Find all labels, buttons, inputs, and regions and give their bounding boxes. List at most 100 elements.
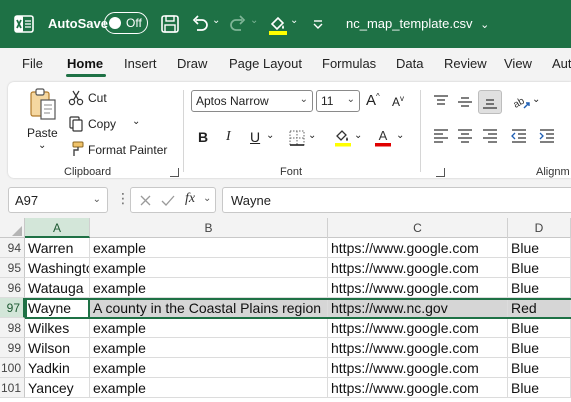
insert-function-chevron-icon[interactable]: ⌄ [203,193,211,204]
paste-label[interactable]: Paste [27,126,58,140]
underline-chevron-icon[interactable]: ⌄ [266,130,274,141]
insert-function-icon[interactable]: fx [185,191,195,207]
column-header-c[interactable]: C [328,218,508,238]
row-header[interactable]: 96 [0,278,25,298]
tab-view[interactable]: View [504,56,532,71]
align-left-icon[interactable] [432,128,450,144]
cell-b94[interactable]: example [90,238,328,258]
middle-align-icon[interactable] [456,94,474,110]
formula-bar-grip-icon[interactable]: ⋮ [116,190,130,207]
clipboard-dialog-launcher-icon[interactable] [170,168,179,177]
row-header[interactable]: 99 [0,338,25,358]
cell-d100[interactable]: Blue [508,358,571,378]
increase-indent-icon[interactable] [538,128,556,144]
cell-b96[interactable]: example [90,278,328,298]
customize-qat-icon[interactable] [306,12,330,36]
highlight-chevron-icon[interactable]: ⌄ [354,130,362,141]
cell-a95[interactable]: Washington [25,258,90,278]
font-name-combo[interactable]: Aptos Narrow ⌄ [191,90,313,112]
tab-review[interactable]: Review [444,56,487,71]
cell-a97[interactable]: Wayne [25,298,90,318]
confirm-entry-icon[interactable] [161,194,175,207]
row-header[interactable]: 94 [0,238,25,258]
cell-a96[interactable]: Watauga [25,278,90,298]
cell-a99[interactable]: Wilson [25,338,90,358]
italic-button[interactable]: I [226,129,231,145]
format-painter-icon[interactable] [68,141,84,157]
tab-automate[interactable]: Aut [552,56,571,71]
cell-c100[interactable]: https://www.google.com [328,358,508,378]
orientation-chevron-icon[interactable]: ⌄ [532,94,540,105]
tab-home[interactable]: Home [67,56,103,71]
grow-font-icon[interactable]: A^ [366,92,380,109]
row-header[interactable]: 98 [0,318,25,338]
cell-c96[interactable]: https://www.google.com [328,278,508,298]
cell-a98[interactable]: Wilkes [25,318,90,338]
tab-page-layout[interactable]: Page Layout [229,56,302,71]
row-header[interactable]: 95 [0,258,25,278]
select-all-corner[interactable] [0,218,25,238]
copy-label[interactable]: Copy [88,117,116,131]
copy-dropdown-chevron-icon[interactable]: ⌄ [132,116,140,127]
underline-button[interactable]: U [250,129,260,145]
cell-d94[interactable]: Blue [508,238,571,258]
cell-c101[interactable]: https://www.google.com [328,378,508,398]
format-painter-label[interactable]: Format Painter [88,143,167,157]
redo-dropdown-chevron-icon[interactable]: ⌄ [250,15,258,26]
column-header-b[interactable]: B [90,218,328,238]
cell-a101[interactable]: Yancey [25,378,90,398]
undo-icon[interactable] [188,12,212,36]
font-dialog-launcher-icon[interactable] [436,168,445,177]
tab-formulas[interactable]: Formulas [322,56,376,71]
tab-draw[interactable]: Draw [177,56,207,71]
row-header[interactable]: 97 [0,298,25,318]
column-header-a[interactable]: A [25,218,90,238]
save-icon[interactable] [158,12,182,36]
paste-icon[interactable] [28,88,58,122]
cell-b97[interactable]: A county in the Coastal Plains region [90,298,328,318]
cell-c98[interactable]: https://www.google.com [328,318,508,338]
cell-d99[interactable]: Blue [508,338,571,358]
autosave-toggle[interactable]: Off [104,12,148,34]
align-right-icon[interactable] [481,128,499,144]
bold-button[interactable]: B [198,129,208,145]
paste-dropdown-chevron-icon[interactable]: ⌄ [38,140,46,151]
redo-icon[interactable] [226,12,250,36]
cell-d97[interactable]: Red [508,298,571,318]
name-box[interactable]: A97 ⌄ [8,187,108,213]
cell-d101[interactable]: Blue [508,378,571,398]
cell-a94[interactable]: Warren [25,238,90,258]
document-filename[interactable]: nc_map_template.csv ⌄ [346,16,489,31]
font-size-combo[interactable]: 11 ⌄ [316,90,360,112]
font-color-chevron-icon[interactable]: ⌄ [396,130,404,141]
decrease-indent-icon[interactable] [510,128,528,144]
cell-c95[interactable]: https://www.google.com [328,258,508,278]
cell-b101[interactable]: example [90,378,328,398]
cell-d95[interactable]: Blue [508,258,571,278]
copy-icon[interactable] [68,116,84,132]
row-header[interactable]: 100 [0,358,25,378]
formula-input[interactable]: Wayne [222,187,571,213]
cell-d98[interactable]: Blue [508,318,571,338]
column-header-d[interactable]: D [508,218,571,238]
orientation-icon[interactable]: ab [510,92,532,112]
cell-b99[interactable]: example [90,338,328,358]
tab-data[interactable]: Data [396,56,423,71]
cell-c99[interactable]: https://www.google.com [328,338,508,358]
cell-c94[interactable]: https://www.google.com [328,238,508,258]
cell-b95[interactable]: example [90,258,328,278]
borders-icon[interactable] [288,129,306,147]
shrink-font-icon[interactable]: Av [392,94,404,109]
row-header[interactable]: 101 [0,378,25,398]
tab-insert[interactable]: Insert [124,56,157,71]
font-color-icon[interactable]: A [374,127,392,147]
cell-b98[interactable]: example [90,318,328,338]
align-center-icon[interactable] [456,128,474,144]
cell-b100[interactable]: example [90,358,328,378]
cancel-entry-icon[interactable] [139,194,152,207]
cut-label[interactable]: Cut [88,91,107,105]
cell-d96[interactable]: Blue [508,278,571,298]
undo-dropdown-chevron-icon[interactable]: ⌄ [212,15,220,26]
highlight-fill-icon[interactable] [334,127,352,147]
cut-icon[interactable] [68,90,84,106]
